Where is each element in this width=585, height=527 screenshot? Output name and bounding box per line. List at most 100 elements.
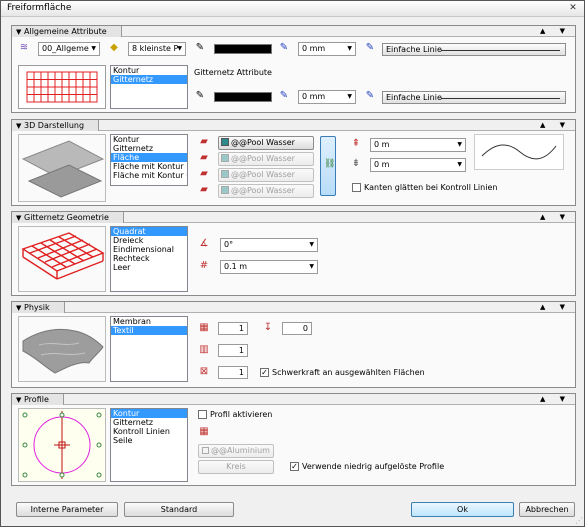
angle-icon: ∡	[199, 238, 209, 249]
section-move-arrows[interactable]: ▲ ▼	[540, 302, 571, 313]
pen-color-swatch-1[interactable]	[214, 44, 272, 54]
material-button-1[interactable]: @@Pool Wasser	[218, 136, 314, 150]
shear-icon: ⊠	[199, 366, 209, 377]
stretch-input[interactable]: 1	[218, 344, 248, 357]
profile-material-button[interactable]: @@Aluminium	[198, 444, 274, 458]
list-item[interactable]: Kontur	[111, 66, 187, 75]
smooth-edges-checkbox[interactable]	[352, 183, 361, 192]
spacing-icon: #	[199, 260, 209, 271]
edge-curve-preview	[474, 134, 564, 170]
section-toggle-geometrie[interactable]: ▼ Gitternetz Geometrie	[12, 212, 124, 223]
list-item[interactable]: Fläche	[111, 153, 187, 162]
grid-geometry-preview	[18, 226, 106, 292]
grid-geometry-list[interactable]: Quadrat Dreieck Eindimensional Rechteck …	[110, 226, 188, 292]
collapse-arrow-icon: ▼	[16, 28, 22, 36]
material-edge-icon: ▰	[200, 184, 208, 195]
physics-material-list[interactable]: Membran Textil	[110, 316, 188, 382]
grid-preview-graphic	[26, 71, 98, 103]
profile-target-list[interactable]: Kontur Gitternetz Kontroll Linien Seile	[110, 408, 188, 482]
material-button-3[interactable]: @@Pool Wasser	[218, 168, 314, 182]
line-type-icon: ✎	[365, 42, 375, 53]
cloth-preview-graphic	[22, 328, 104, 374]
profile-preview	[18, 408, 106, 482]
lowres-profile-checkbox[interactable]: ✓	[290, 462, 299, 471]
list-item[interactable]: Membran	[111, 317, 187, 326]
material-button-4[interactable]: @@Pool Wasser	[218, 184, 314, 198]
surface-preview-graphic	[21, 140, 105, 198]
cancel-button[interactable]: Abbrechen	[519, 502, 575, 517]
grid-spacing-select[interactable]: 0.1 m ▼	[220, 260, 318, 274]
material-bottom-icon: ▰	[200, 168, 208, 179]
collapse-arrow-icon: ▼	[16, 304, 22, 312]
height-top-icon: ⇞	[351, 138, 361, 149]
section-toggle-darstellung[interactable]: ▼ 3D Darstellung	[12, 120, 100, 131]
list-item[interactable]: Fläche mit Kontur und	[111, 171, 187, 180]
grid-attr-label: Gitternetz Attribute	[194, 68, 272, 77]
pen-color-icon: ✎	[195, 42, 205, 53]
stiffness-input[interactable]: 1	[218, 322, 248, 335]
profile-preview-graphic	[22, 411, 102, 479]
profile-shape-button[interactable]: Kreis	[198, 460, 274, 474]
ok-button[interactable]: Ok	[411, 502, 514, 517]
section-profile: ▼ Profile ▲ ▼ Kontur Gitternetz Kontroll …	[11, 393, 576, 486]
close-icon[interactable]: ✕	[566, 2, 580, 15]
gravity-checkbox-label: Schwerkraft an ausgewählten Flächen	[272, 368, 425, 377]
gravity-checkbox[interactable]: ✓	[260, 368, 269, 377]
profile-activate-label: Profil aktivieren	[210, 410, 273, 419]
section-move-arrows[interactable]: ▲ ▼	[540, 120, 571, 131]
pen-offset-select-2[interactable]: 0 mm ▼	[298, 90, 356, 104]
section-gitternetz-geometrie: ▼ Gitternetz Geometrie ▲ ▼ Quadrat Dreiec…	[11, 211, 576, 296]
collapse-arrow-icon: ▼	[16, 396, 22, 404]
line-type-button-2[interactable]: Einfache Linie	[382, 91, 566, 104]
list-item[interactable]: Kontur	[111, 135, 187, 144]
window-title: Freiformfläche	[7, 3, 72, 13]
list-item[interactable]: Kontroll Linien	[111, 427, 187, 436]
line-type-button-1[interactable]: Einfache Linie	[382, 43, 566, 56]
list-item[interactable]: Gitternetz	[111, 418, 187, 427]
section-move-arrows[interactable]: ▲ ▼	[540, 26, 571, 37]
height-select-1[interactable]: 0 m ▼	[370, 138, 466, 152]
section-physik: ▼ Physik ▲ ▼ Membran Textil ▦ 1 ↧ 0 ▥ 1 ⊠…	[11, 301, 576, 388]
list-item[interactable]: Rechteck	[111, 254, 187, 263]
line-type-icon: ✎	[365, 90, 375, 101]
section-move-arrows[interactable]: ▲ ▼	[540, 394, 571, 405]
profile-activate-checkbox[interactable]	[198, 410, 207, 419]
internal-parameters-button[interactable]: Interne Parameter	[16, 502, 118, 517]
pen-offset-select-1[interactable]: 0 mm ▼	[298, 42, 356, 56]
profile-material-icon: ▦	[199, 426, 209, 437]
list-item[interactable]: Eindimensional	[111, 245, 187, 254]
resize-grip-icon[interactable]: ⋰	[575, 516, 583, 525]
display-mode-list[interactable]: Kontur Gitternetz Fläche Fläche mit Kont…	[110, 134, 188, 186]
section-toggle-physik[interactable]: ▼ Physik	[12, 302, 65, 313]
list-item[interactable]: Quadrat	[111, 227, 187, 236]
list-item[interactable]: Leer	[111, 263, 187, 272]
lowres-profile-label: Verwende niedrig aufgelöste Profile	[302, 462, 445, 471]
list-item[interactable]: Fläche mit Kontur	[111, 162, 187, 171]
section-3d-darstellung: ▼ 3D Darstellung ▲ ▼ Kontur Gitternetz Fl…	[11, 119, 576, 206]
smooth-edges-label: Kanten glätten bei Kontroll Linien	[364, 183, 498, 192]
gravity-input[interactable]: 0	[282, 322, 312, 335]
shear-input[interactable]: 1	[218, 366, 248, 379]
section-toggle-profile[interactable]: ▼ Profile	[12, 394, 64, 405]
section-toggle-allgemeine[interactable]: ▼ Allgemeine Attribute	[12, 26, 122, 37]
standard-button[interactable]: Standard	[124, 502, 234, 517]
stretch-icon: ▥	[199, 344, 209, 355]
pen-select[interactable]: 8 kleinste P ▼	[128, 42, 186, 56]
list-item[interactable]: Dreieck	[111, 236, 187, 245]
material-button-2[interactable]: @@Pool Wasser	[218, 152, 314, 166]
pen-color-swatch-2[interactable]	[214, 92, 272, 102]
grid-angle-select[interactable]: 0° ▼	[220, 238, 318, 252]
section-move-arrows[interactable]: ▲ ▼	[540, 212, 571, 223]
dialog-window: Freiformfläche ✕ ▼ Allgemeine Attribute ▲…	[0, 0, 585, 527]
height-select-2[interactable]: 0 m ▼	[370, 158, 466, 172]
attr-target-list[interactable]: Kontur Gitternetz	[110, 65, 188, 109]
list-item[interactable]: Seile	[111, 436, 187, 445]
pen-icon: ◆	[110, 42, 118, 53]
list-item[interactable]: Gitternetz	[111, 144, 187, 153]
list-item[interactable]: Gitternetz	[111, 75, 187, 84]
material-chain-toggle[interactable]: ⛓	[320, 136, 336, 196]
list-item[interactable]: Kontur	[111, 409, 187, 418]
gravity-icon: ↧	[263, 322, 273, 333]
list-item[interactable]: Textil	[111, 326, 187, 335]
layer-select[interactable]: 00_Allgeme ▼	[38, 42, 100, 56]
